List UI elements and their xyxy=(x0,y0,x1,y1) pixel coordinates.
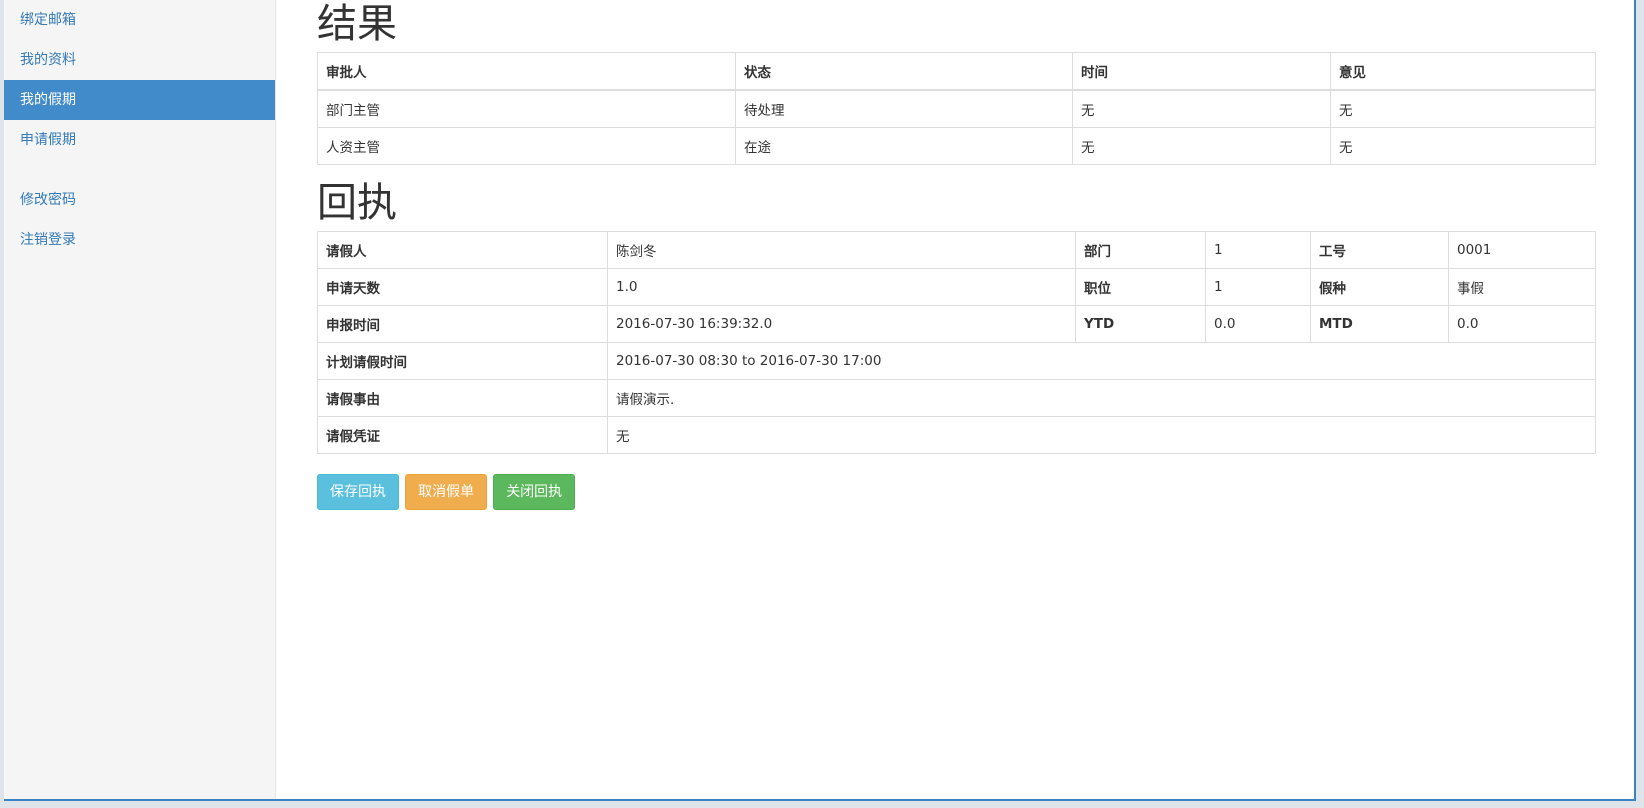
dept-value: 1 xyxy=(1205,231,1311,269)
table-row: 请假人 陈剑冬 部门 1 工号 0001 xyxy=(317,231,1596,269)
submit-time-value: 2016-07-30 16:39:32.0 xyxy=(607,305,1076,343)
sidebar-nav: 绑定邮箱 我的资料 我的假期 申请假期 修改密码 注销登录 xyxy=(4,0,275,260)
table-row: 计划请假时间 2016-07-30 08:30 to 2016-07-30 17… xyxy=(317,342,1596,380)
table-row: 请假事由 请假演示. xyxy=(317,379,1596,417)
column-header-approver: 审批人 xyxy=(317,52,736,91)
close-receipt-button[interactable]: 关闭回执 xyxy=(493,474,576,510)
leave-type-label: 假种 xyxy=(1310,268,1449,306)
sidebar-item-apply-leave[interactable]: 申请假期 xyxy=(4,120,275,160)
sidebar-item-my-leave[interactable]: 我的假期 xyxy=(4,80,275,120)
table-row: 人资主管 在途 无 无 xyxy=(317,127,1596,165)
cell-approver: 部门主管 xyxy=(317,89,736,128)
mtd-value: 0.0 xyxy=(1448,305,1596,343)
proof-label: 请假凭证 xyxy=(317,416,608,454)
receipt-table: 请假人 陈剑冬 部门 1 工号 0001 申请天数 1.0 职位 1 假种 事假… xyxy=(317,231,1596,454)
table-row: 申请天数 1.0 职位 1 假种 事假 xyxy=(317,268,1596,306)
table-row: 申报时间 2016-07-30 16:39:32.0 YTD 0.0 MTD 0… xyxy=(317,305,1596,343)
table-row: 请假凭证 无 xyxy=(317,416,1596,454)
cell-time: 无 xyxy=(1072,89,1331,128)
leave-type-value: 事假 xyxy=(1448,268,1596,306)
nav-divider xyxy=(4,160,275,180)
cell-status: 在途 xyxy=(735,127,1073,165)
days-value: 1.0 xyxy=(607,268,1076,306)
days-label: 申请天数 xyxy=(317,268,608,306)
save-receipt-button[interactable]: 保存回执 xyxy=(317,474,399,510)
sidebar-item-bind-email[interactable]: 绑定邮箱 xyxy=(4,0,275,40)
app-window: 绑定邮箱 我的资料 我的假期 申请假期 修改密码 注销登录 结果 审批人 状态 … xyxy=(4,0,1636,801)
table-header-row: 审批人 状态 时间 意见 xyxy=(317,52,1596,91)
table-row: 部门主管 待处理 无 无 xyxy=(317,89,1596,128)
column-header-status: 状态 xyxy=(735,52,1073,91)
cell-opinion: 无 xyxy=(1330,127,1596,165)
submit-time-label: 申报时间 xyxy=(317,305,608,343)
applicant-value: 陈剑冬 xyxy=(607,231,1076,269)
reason-label: 请假事由 xyxy=(317,379,608,417)
main-content: 结果 审批人 状态 时间 意见 部门主管 待处理 无 无 人资主管 在途 无 无… xyxy=(317,0,1597,510)
cell-opinion: 无 xyxy=(1330,89,1596,128)
receipt-title: 回执 xyxy=(317,180,397,226)
applicant-label: 请假人 xyxy=(317,231,608,269)
cell-status: 待处理 xyxy=(735,89,1073,128)
empno-value: 0001 xyxy=(1448,231,1596,269)
position-value: 1 xyxy=(1205,268,1311,306)
ytd-label: YTD xyxy=(1075,305,1206,343)
sidebar: 绑定邮箱 我的资料 我的假期 申请假期 修改密码 注销登录 xyxy=(4,0,276,799)
ytd-value: 0.0 xyxy=(1205,305,1311,343)
results-title: 结果 xyxy=(317,1,397,47)
proof-value: 无 xyxy=(607,416,1596,454)
cell-time: 无 xyxy=(1072,127,1331,165)
empno-label: 工号 xyxy=(1310,231,1449,269)
planned-time-value: 2016-07-30 08:30 to 2016-07-30 17:00 xyxy=(607,342,1596,380)
results-table: 审批人 状态 时间 意见 部门主管 待处理 无 无 人资主管 在途 无 无 xyxy=(317,52,1596,165)
planned-time-label: 计划请假时间 xyxy=(317,342,608,380)
sidebar-item-logout[interactable]: 注销登录 xyxy=(4,220,275,260)
position-label: 职位 xyxy=(1075,268,1206,306)
cancel-leave-button[interactable]: 取消假单 xyxy=(405,474,488,510)
sidebar-item-change-password[interactable]: 修改密码 xyxy=(4,180,275,220)
dept-label: 部门 xyxy=(1075,231,1206,269)
action-buttons: 保存回执 取消假单 关闭回执 xyxy=(317,474,1597,510)
reason-value: 请假演示. xyxy=(607,379,1596,417)
sidebar-item-my-profile[interactable]: 我的资料 xyxy=(4,40,275,80)
column-header-time: 时间 xyxy=(1072,52,1331,91)
column-header-opinion: 意见 xyxy=(1330,52,1596,91)
cell-approver: 人资主管 xyxy=(317,127,736,165)
mtd-label: MTD xyxy=(1310,305,1449,343)
